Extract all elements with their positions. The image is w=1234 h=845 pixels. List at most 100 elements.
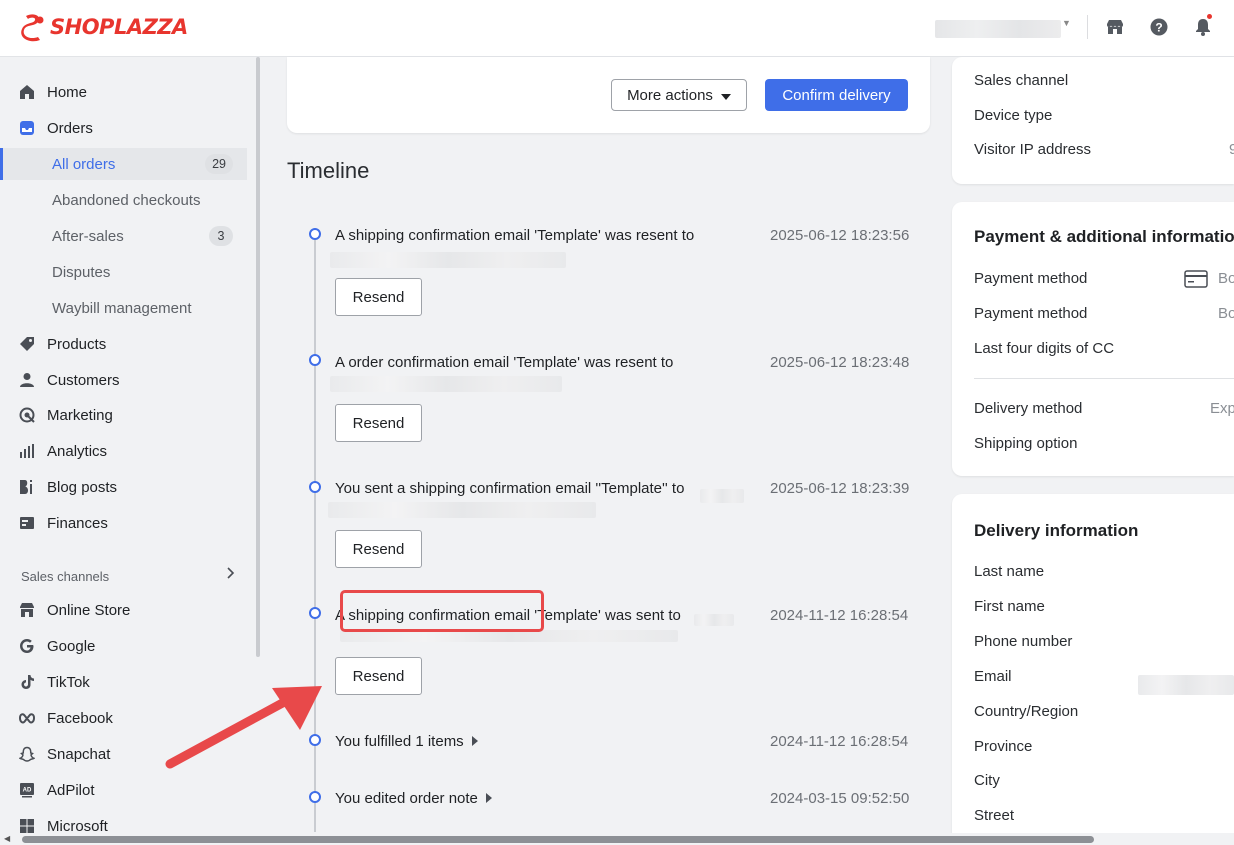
notification-dot	[1207, 14, 1212, 19]
sidebar-item-abandoned-checkouts[interactable]: Abandoned checkouts	[0, 184, 247, 216]
timeline-event-text: You sent a shipping confirmation email '…	[335, 480, 685, 497]
sidebar-item-after-sales[interactable]: After-sales 3	[0, 220, 247, 252]
city-label: City	[974, 772, 1000, 789]
sidebar-item-label: Online Store	[47, 601, 131, 619]
shoplazza-logo-icon	[20, 12, 46, 42]
phone-number-label: Phone number	[974, 633, 1073, 650]
sidebar-item-analytics[interactable]: Analytics	[0, 435, 247, 467]
timeline-event-fulfilled[interactable]: You fulfilled 1 items	[335, 733, 478, 750]
delivery-method-label: Delivery method	[974, 400, 1083, 417]
chevron-down-icon[interactable]: ▼	[1062, 18, 1071, 28]
payment-method-value: Bo	[1218, 270, 1234, 287]
last-four-digits-label: Last four digits of CC	[974, 340, 1115, 357]
country-region-label: Country/Region	[974, 703, 1079, 720]
email-label: Email	[974, 668, 1012, 685]
shipping-option-label: Shipping option	[974, 435, 1078, 452]
redacted-email	[328, 502, 596, 518]
resend-button[interactable]: Resend	[335, 530, 422, 568]
resend-button[interactable]: Resend	[335, 404, 422, 442]
device-type-label: Device type	[974, 107, 1053, 124]
more-actions-label: More actions	[627, 86, 713, 104]
timeline-heading: Timeline	[287, 158, 370, 183]
timeline-event-time: 2024-03-15 09:52:50	[770, 790, 910, 807]
resend-button[interactable]: Resend	[335, 657, 422, 695]
timeline-event-time: 2024-11-12 16:28:54	[770, 607, 909, 624]
redacted-email	[694, 614, 734, 626]
svg-text:AD: AD	[23, 788, 32, 794]
arrow-annotation	[165, 686, 322, 769]
sidebar-item-label: Disputes	[52, 263, 111, 281]
horizontal-scrollbar-thumb[interactable]	[22, 836, 1094, 843]
timeline-event-text: You edited order note	[335, 790, 478, 807]
sidebar-item-waybill-management[interactable]: Waybill management	[0, 292, 247, 324]
timeline-dot	[309, 228, 321, 240]
top-bar: SHOPLAZZA ▼ ?	[0, 0, 1234, 57]
sidebar-item-all-orders[interactable]: All orders 29	[0, 148, 247, 180]
sidebar-item-label: Marketing	[47, 406, 113, 424]
sidebar-item-disputes[interactable]: Disputes	[0, 256, 247, 288]
sales-channels-heading: Sales channels	[21, 569, 110, 584]
caret-right-icon	[471, 733, 478, 750]
meta-icon	[18, 709, 36, 727]
sidebar-item-label: Home	[47, 83, 88, 101]
scroll-left-icon[interactable]: ◀	[4, 834, 10, 843]
payment-heading: Payment & additional information	[974, 227, 1234, 246]
timeline-dot	[309, 791, 321, 803]
caret-down-icon	[720, 87, 731, 104]
timeline-event-time: 2025-06-12 18:23:48	[770, 354, 910, 371]
sidebar-item-online-store[interactable]: Online Store	[0, 594, 247, 626]
sidebar-item-google[interactable]: Google	[0, 630, 247, 662]
redacted-email	[330, 252, 566, 268]
target-icon	[18, 406, 36, 424]
chevron-right-icon[interactable]	[225, 566, 237, 584]
store-icon[interactable]	[1104, 16, 1126, 38]
sidebar-item-label: Orders	[47, 119, 93, 137]
sidebar-item-orders[interactable]: Orders	[0, 112, 247, 144]
caret-right-icon	[485, 790, 492, 807]
payment-method-label: Payment method	[974, 305, 1088, 322]
sales-channel-label: Sales channel	[974, 72, 1069, 89]
timeline-event-time: 2025-06-12 18:23:39	[770, 480, 910, 497]
sidebar-item-blog-posts[interactable]: Blog posts	[0, 471, 247, 503]
sidebar-item-adpilot[interactable]: AD AdPilot	[0, 774, 247, 806]
confirm-delivery-button[interactable]: Confirm delivery	[765, 79, 908, 111]
resend-button[interactable]: Resend	[335, 278, 422, 316]
help-icon[interactable]: ?	[1148, 16, 1170, 38]
sidebar-item-customers[interactable]: Customers	[0, 364, 247, 396]
svg-text:?: ?	[1155, 21, 1162, 35]
payment-method-value: Bo	[1218, 305, 1234, 322]
sidebar-item-label: Microsoft	[47, 817, 108, 835]
blog-icon	[18, 478, 36, 496]
street-label: Street	[974, 807, 1015, 824]
sidebar-item-products[interactable]: Products	[0, 328, 247, 360]
bar-chart-icon	[18, 442, 36, 460]
redacted-email	[700, 489, 744, 503]
sidebar-item-label: Snapchat	[47, 745, 111, 763]
redacted-email	[330, 376, 562, 392]
more-actions-button[interactable]: More actions	[611, 79, 747, 111]
account-selector[interactable]	[935, 20, 1061, 38]
person-icon	[18, 371, 36, 389]
snapchat-icon	[18, 745, 36, 763]
delivery-heading: Delivery information	[974, 521, 1139, 540]
sidebar-item-label: All orders	[52, 155, 116, 173]
divider	[1087, 15, 1088, 39]
sidebar-item-home[interactable]: Home	[0, 76, 247, 108]
visitor-ip-value: 9	[1229, 141, 1234, 158]
sidebar-item-label: AdPilot	[47, 781, 95, 799]
province-label: Province	[974, 738, 1033, 755]
sidebar-item-label: Customers	[47, 371, 120, 389]
first-name-label: First name	[974, 598, 1045, 615]
shoplazza-logo[interactable]: SHOPLAZZA	[20, 12, 188, 42]
tiktok-icon	[18, 673, 36, 691]
store-icon	[18, 601, 36, 619]
sidebar-item-finances[interactable]: Finances	[0, 507, 247, 539]
bell-icon[interactable]	[1192, 16, 1214, 38]
highlight-annotation	[340, 590, 544, 632]
sidebar-item-label: TikTok	[47, 673, 90, 691]
timeline-event-order-note[interactable]: You edited order note	[335, 790, 492, 807]
visitor-ip-label: Visitor IP address	[974, 141, 1092, 158]
sidebar-item-marketing[interactable]: Marketing	[0, 399, 247, 431]
brand-name: SHOPLAZZA	[50, 15, 188, 39]
sidebar-scrollbar[interactable]	[256, 57, 260, 657]
